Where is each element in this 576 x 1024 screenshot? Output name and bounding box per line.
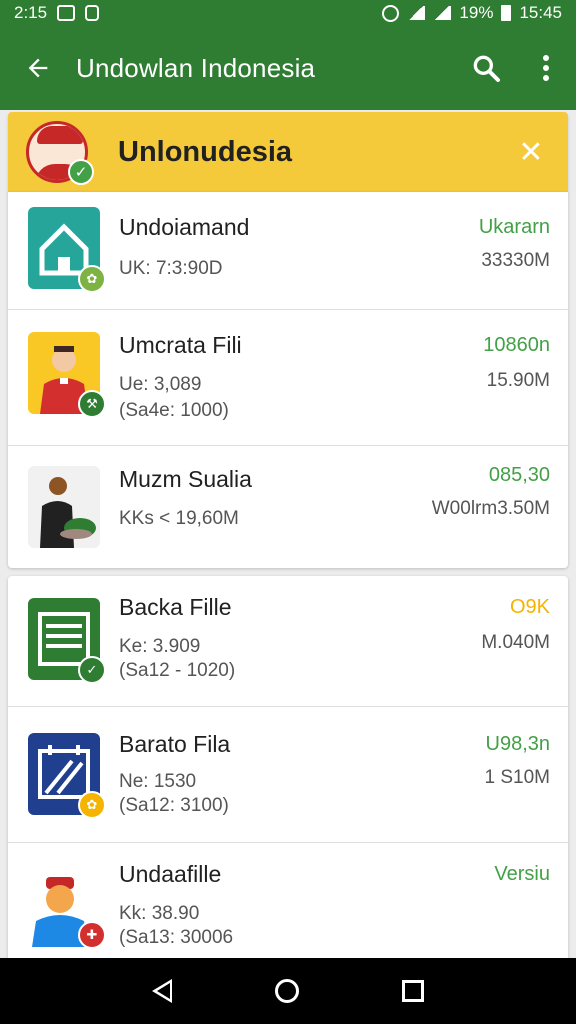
item-name: Muzm Sualia: [119, 466, 252, 492]
calendar-icon: ✿: [28, 733, 106, 819]
item-status: 10860n: [483, 334, 550, 356]
item-name: Backa Fille: [119, 594, 232, 620]
nav-back-button[interactable]: [151, 979, 172, 1003]
profile-banner: ✓ Unlonudesia ✕: [8, 112, 568, 192]
list-item[interactable]: ✿ Barato Fila Ne: 1530 (Sa12: 3100) U98,…: [8, 707, 568, 842]
signal-icon: [433, 6, 452, 20]
file-list-card-1: ✿ Undoiamand UK: 7:3:90D Ukararn 33330M …: [8, 192, 568, 568]
item-meta-secondary: (Sa13: 30006: [119, 927, 234, 948]
close-banner-button[interactable]: ✕: [506, 127, 556, 177]
item-meta-secondary: (Sa4e: 1000): [119, 400, 229, 421]
item-meta: Kk: 38.90: [119, 903, 200, 924]
item-meta: UK: 7:3:90D: [119, 258, 223, 279]
image-icon: [57, 5, 76, 21]
item-name: Undaafille: [119, 861, 222, 887]
list-item[interactable]: ✚ Undaafille Kk: 38.90 (Sa13: 30006 Vers…: [8, 843, 568, 960]
house-icon: ✿: [28, 207, 106, 293]
item-meta: Ne: 1530: [119, 771, 197, 792]
item-meta: Ke: 3.909: [119, 636, 201, 657]
person-icon: ⚒: [28, 332, 106, 418]
search-icon: [473, 55, 500, 82]
item-status: U98,3n: [485, 733, 551, 755]
item-meta: KKs < 19,60M: [119, 508, 239, 529]
banner-title: Unlonudesia: [118, 135, 293, 168]
person-plant-icon: [28, 466, 100, 548]
back-button[interactable]: [0, 26, 76, 110]
item-meta-secondary: (Sa12 - 1020): [119, 660, 236, 681]
battery-percent: 19%: [459, 3, 494, 22]
item-size: 33330M: [481, 250, 550, 271]
item-status: Ukararn: [478, 216, 550, 238]
search-button[interactable]: [456, 26, 516, 110]
status-bar: 2:15 19% 15:45: [0, 0, 576, 26]
system-nav-bar: [0, 958, 576, 1024]
app-bar: Undowlan Indonesia: [0, 26, 576, 110]
list-icon: ✓: [28, 598, 106, 684]
mascot-icon: ✚: [28, 865, 106, 949]
item-status: 085,30: [488, 464, 550, 486]
app-title: Undowlan Indonesia: [76, 52, 316, 83]
status-clock: 15:45: [519, 3, 562, 22]
item-size: 1 S10M: [484, 767, 550, 788]
hat-icon: [37, 126, 83, 144]
item-meta-secondary: (Sa12: 3100): [119, 795, 229, 816]
item-size: W00lrm3.50M: [431, 498, 550, 519]
list-item[interactable]: ✓ Backa Fille Ke: 3.909 (Sa12 - 1020) O9…: [8, 576, 568, 706]
file-list-card-2: ✓ Backa Fille Ke: 3.909 (Sa12 - 1020) O9…: [8, 576, 568, 960]
item-meta: Ue: 3,089: [119, 374, 202, 395]
list-item[interactable]: Muzm Sualia KKs < 19,60M 085,30 W00lrm3.…: [8, 446, 568, 566]
battery-icon: [501, 5, 512, 21]
avatar[interactable]: ✓: [26, 121, 94, 185]
item-name: Umcrata Fili: [119, 332, 242, 358]
more-vert-icon: [543, 55, 549, 81]
list-item[interactable]: ✿ Undoiamand UK: 7:3:90D Ukararn 33330M: [8, 192, 568, 310]
list-item[interactable]: ⚒ Umcrata Fili Ue: 3,089 (Sa4e: 1000) 10…: [8, 310, 568, 445]
item-status: Versiu: [494, 863, 550, 885]
item-name: Undoiamand: [119, 214, 250, 240]
close-icon: ✕: [518, 135, 544, 169]
nav-recents-button[interactable]: [402, 980, 425, 1002]
overflow-menu-button[interactable]: [516, 26, 576, 110]
alarm-icon: [382, 4, 400, 22]
wifi-icon: [407, 6, 426, 20]
item-size: 15.90M: [486, 370, 550, 391]
item-status: O9K: [509, 596, 550, 618]
verified-check-icon: ✓: [68, 159, 94, 185]
app-notification-icon: [85, 5, 100, 21]
item-size: M.040M: [481, 632, 550, 653]
nav-home-button[interactable]: [274, 979, 299, 1003]
arrow-left-icon: [28, 58, 48, 78]
status-time-left: 2:15: [14, 3, 48, 22]
item-name: Barato Fila: [119, 731, 231, 757]
